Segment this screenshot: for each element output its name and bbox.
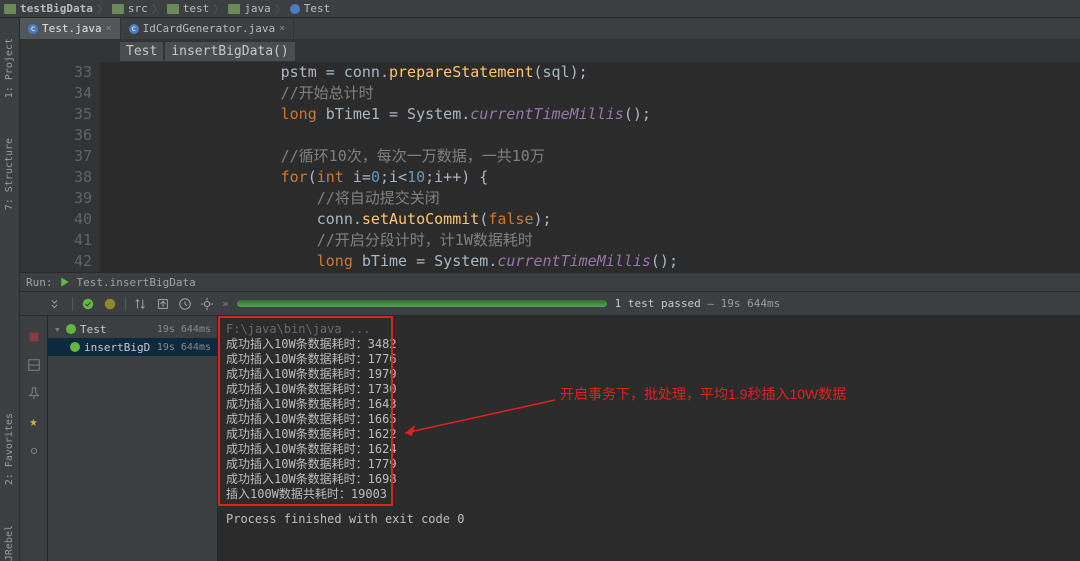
tab-label: IdCardGenerator.java — [143, 22, 275, 35]
console-output[interactable]: F:\java\bin\java ... 成功插入10W条数据耗时：3482成功… — [218, 316, 1080, 561]
class-icon — [290, 4, 300, 14]
file-tabs: c Test.java × c IdCardGenerator.java × — [20, 18, 1080, 40]
show-ignored-icon[interactable] — [103, 297, 117, 311]
module-icon — [4, 4, 16, 14]
folder-icon — [167, 4, 179, 14]
left-toolstrip: 1: Project 7: Structure 2: Favorites JRe… — [0, 18, 20, 561]
code-editor[interactable]: 33343536373839404142 pstm = conn.prepare… — [20, 62, 1080, 272]
console-line: 成功插入10W条数据耗时：3482 — [226, 337, 1072, 352]
test-tree[interactable]: ▾ Test 19s 644ms insertBigD 19s 644ms — [48, 316, 218, 561]
breadcrumb-sep: 〉 — [97, 1, 108, 17]
line-gutter: 33343536373839404142 — [20, 62, 100, 272]
status-ok-icon — [70, 342, 80, 352]
tree-node-insertbigdata[interactable]: insertBigD 19s 644ms — [48, 338, 217, 356]
breadcrumb-sep: 〉 — [275, 1, 286, 17]
gear-icon[interactable] — [200, 297, 214, 311]
breadcrumb-item[interactable]: java — [244, 2, 271, 15]
console-line: 成功插入10W条数据耗时：1698 — [226, 472, 1072, 487]
more-icon[interactable]: » — [222, 297, 229, 310]
test-status: 1 test passed – 19s 644ms — [615, 297, 781, 310]
breadcrumb-item[interactable]: src — [128, 2, 148, 15]
console-lines: 成功插入10W条数据耗时：3482成功插入10W条数据耗时：1776成功插入10… — [226, 337, 1072, 502]
code-area[interactable]: pstm = conn.prepareStatement(sql); //开始总… — [100, 62, 1080, 272]
console-line: 成功插入10W条数据耗时：1665 — [226, 412, 1072, 427]
test-progress-bar — [237, 300, 607, 307]
tree-label: Test — [80, 323, 107, 336]
layout-icon[interactable] — [27, 358, 41, 372]
tab-idcardgenerator-java[interactable]: c IdCardGenerator.java × — [121, 18, 294, 39]
run-label: Run: — [26, 276, 53, 289]
tool-favorites[interactable]: 2: Favorites — [4, 413, 15, 485]
console-line: 插入100W数据共耗时：19003 — [226, 487, 1072, 502]
history-icon[interactable] — [178, 297, 192, 311]
status-ok-icon — [66, 324, 76, 334]
tree-node-test[interactable]: ▾ Test 19s 644ms — [48, 320, 217, 338]
close-icon[interactable]: × — [279, 23, 285, 34]
console-line: 成功插入10W条数据耗时：1779 — [226, 457, 1072, 472]
play-icon — [59, 276, 71, 288]
run-config-name: Test.insertBigData — [77, 276, 196, 289]
separator — [125, 297, 126, 311]
breadcrumb: testBigData 〉 src 〉 test 〉 java 〉 Test — [0, 0, 1080, 18]
breadcrumb-method-bar: Test insertBigData() — [20, 40, 1080, 62]
breadcrumb-sep: 〉 — [152, 1, 163, 17]
show-passed-icon[interactable] — [81, 297, 95, 311]
breadcrumb-sep: 〉 — [213, 1, 224, 17]
console-header: F:\java\bin\java ... — [226, 322, 1072, 337]
console-line: 成功插入10W条数据耗时：1622 — [226, 427, 1072, 442]
close-icon[interactable]: × — [106, 23, 112, 34]
run-panel-header[interactable]: Run: Test.insertBigData — [20, 272, 1080, 292]
settings-icon[interactable] — [27, 444, 41, 458]
tab-test-java[interactable]: c Test.java × — [20, 18, 121, 39]
breadcrumb-item[interactable]: test — [183, 2, 210, 15]
folder-icon — [112, 4, 124, 14]
run-panel-body: ★ ▾ Test 19s 644ms insertBigD 19s 644ms … — [20, 316, 1080, 561]
favorite-icon[interactable]: ★ — [29, 414, 37, 430]
annotation-text: 开启事务下，批处理，平均1.9秒插入10W数据 — [560, 384, 846, 404]
expand-all-icon[interactable] — [50, 297, 64, 311]
java-class-icon: c — [28, 24, 38, 34]
console-footer: Process finished with exit code 0 — [226, 512, 1072, 527]
tool-structure[interactable]: 7: Structure — [4, 138, 15, 210]
stop-icon[interactable] — [27, 330, 41, 344]
export-icon[interactable] — [156, 297, 170, 311]
context-class[interactable]: Test — [120, 42, 163, 61]
tree-label: insertBigD — [84, 341, 150, 354]
chevron-down-icon[interactable]: ▾ — [54, 323, 62, 336]
breadcrumb-item[interactable]: testBigData — [20, 2, 93, 15]
tab-label: Test.java — [42, 22, 102, 35]
tree-time: 19s 644ms — [157, 342, 211, 353]
sort-icon[interactable] — [134, 297, 148, 311]
tool-project[interactable]: 1: Project — [4, 38, 15, 98]
console-line: 成功插入10W条数据耗时：1979 — [226, 367, 1072, 382]
folder-icon — [228, 4, 240, 14]
breadcrumb-item[interactable]: Test — [304, 2, 331, 15]
java-class-icon: c — [129, 24, 139, 34]
separator — [72, 297, 73, 311]
context-method[interactable]: insertBigData() — [165, 42, 294, 61]
console-line: 成功插入10W条数据耗时：1776 — [226, 352, 1072, 367]
tree-time: 19s 644ms — [157, 324, 211, 335]
run-side-toolbar: ★ — [20, 316, 48, 561]
tool-jrebel[interactable]: JRebel — [4, 525, 15, 561]
console-line: 成功插入10W条数据耗时：1624 — [226, 442, 1072, 457]
pin-icon[interactable] — [27, 386, 41, 400]
test-toolbar: » 1 test passed – 19s 644ms — [20, 292, 1080, 316]
